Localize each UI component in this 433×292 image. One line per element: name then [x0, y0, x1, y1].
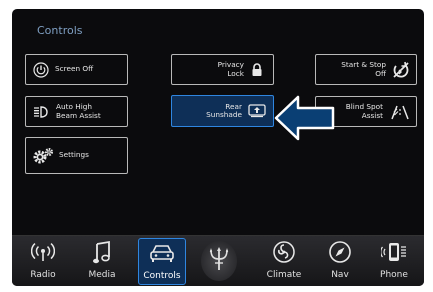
gear-icon: [32, 147, 54, 165]
nav-nav-label: Nav: [331, 270, 349, 280]
start-stop-label: Start & Stop Off: [341, 60, 386, 78]
fan-icon: [272, 238, 296, 266]
radio-icon: [31, 238, 55, 266]
high-beam-icon: [33, 105, 49, 118]
screen-off-label: Screen Off: [55, 64, 94, 74]
nav-nav[interactable]: Nav: [316, 238, 364, 285]
nav-media[interactable]: Media: [78, 238, 126, 285]
auto-high-beam-label: Auto High Beam Assist: [56, 102, 101, 120]
privacy-lock-label: Privacy Lock: [217, 60, 244, 78]
screen-off-button[interactable]: Screen Off: [25, 54, 128, 85]
nav-climate-label: Climate: [266, 270, 302, 280]
page-title: Controls: [37, 24, 83, 37]
nav-phone[interactable]: Phone: [370, 238, 418, 285]
auto-high-beam-button[interactable]: Auto High Beam Assist: [25, 96, 128, 127]
start-stop-icon: [392, 61, 410, 79]
compass-icon: [328, 238, 352, 266]
music-note-icon: [92, 238, 112, 266]
rear-sunshade-button[interactable]: Rear Sunshade: [171, 95, 274, 127]
rear-sunshade-label: Rear Sunshade: [206, 101, 242, 119]
nav-climate[interactable]: Climate: [260, 238, 308, 285]
callout-arrow: [274, 95, 335, 141]
nav-home-logo[interactable]: [201, 241, 237, 281]
nav-radio[interactable]: Radio: [19, 238, 67, 285]
nav-media-label: Media: [88, 270, 116, 280]
privacy-lock-button[interactable]: Privacy Lock: [171, 54, 274, 85]
nav-phone-label: Phone: [380, 270, 408, 280]
nav-controls[interactable]: Controls: [138, 238, 186, 285]
car-icon: [149, 239, 175, 267]
nav-controls-label: Controls: [143, 271, 181, 281]
controls-screen: Controls Screen Off Privacy Lock Start &…: [12, 9, 424, 286]
settings-button[interactable]: Settings: [25, 137, 128, 174]
power-icon: [33, 61, 49, 78]
blind-spot-label: Blind Spot Assist: [345, 102, 383, 120]
lock-icon: [251, 62, 263, 77]
nav-radio-label: Radio: [30, 270, 56, 280]
settings-label: Settings: [59, 150, 89, 160]
trident-logo-icon: [209, 246, 229, 276]
blind-spot-icon: [390, 104, 410, 120]
bottom-nav-bar: Radio Media Controls Climate Nav Phone: [12, 235, 424, 286]
phone-icon: [381, 238, 407, 266]
start-stop-button[interactable]: Start & Stop Off: [315, 54, 417, 85]
sunshade-icon: [248, 104, 266, 118]
